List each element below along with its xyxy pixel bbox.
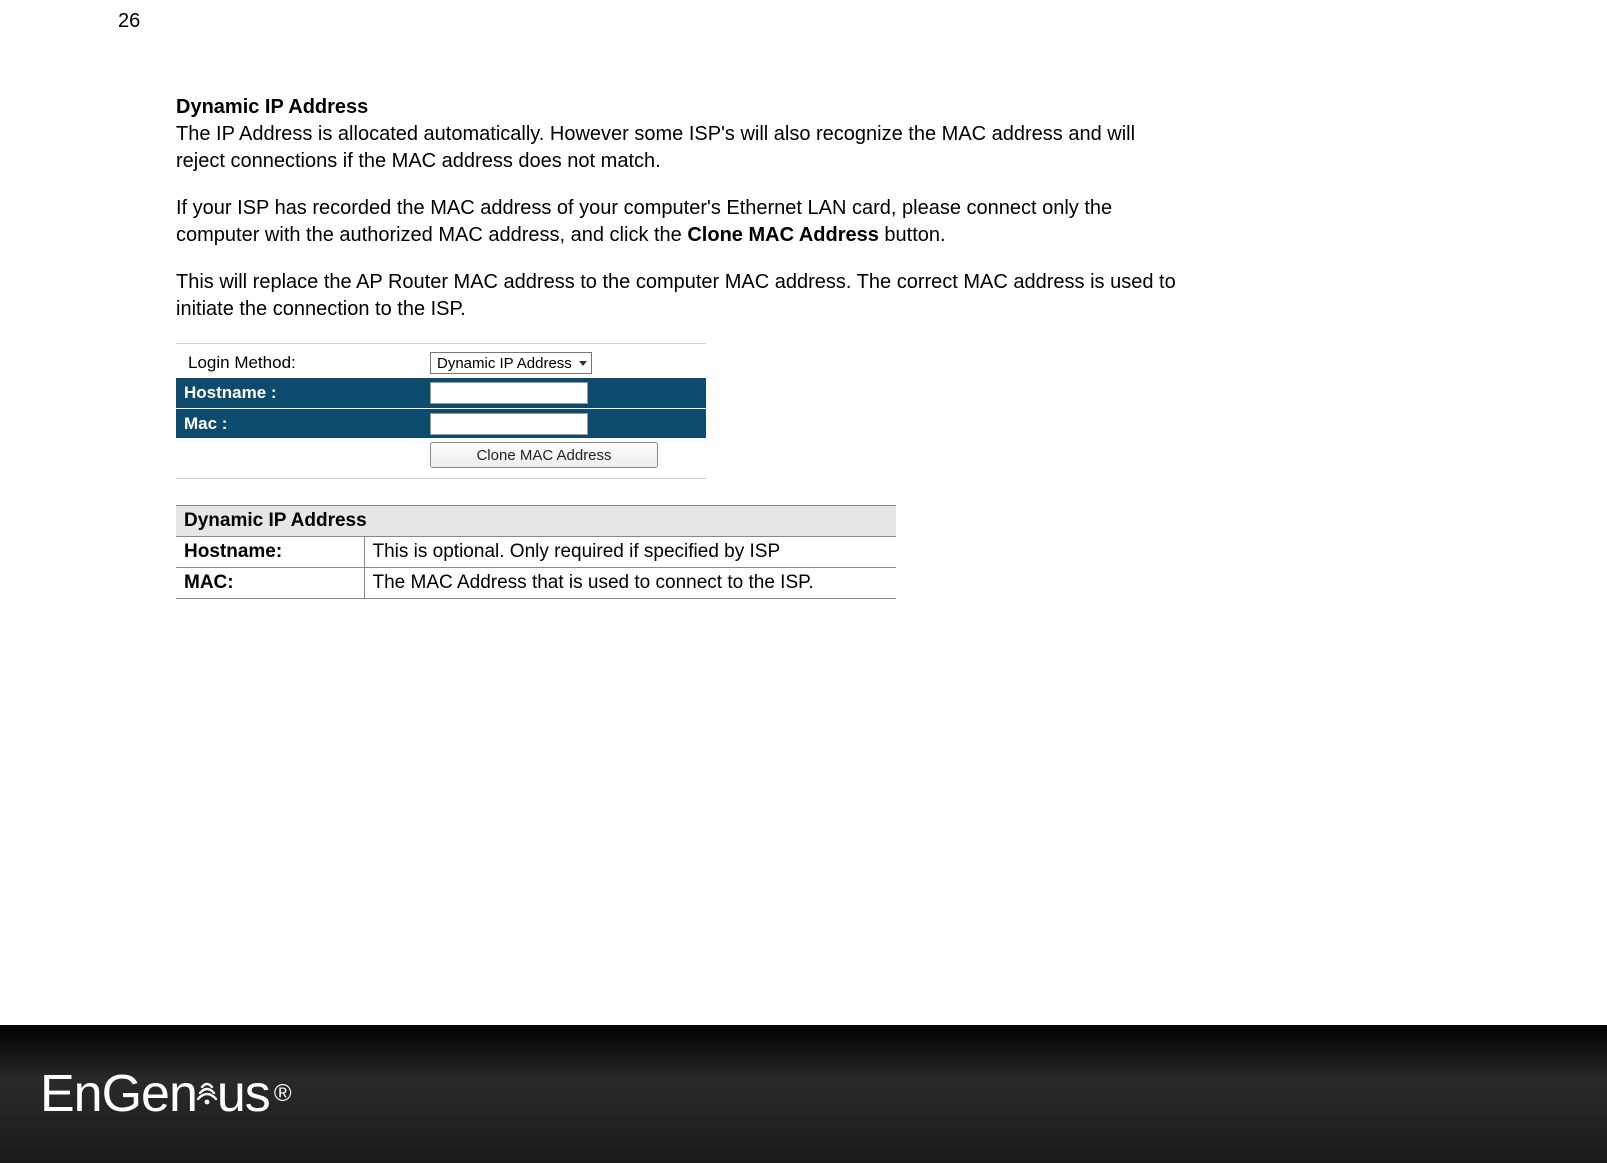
login-method-value: Dynamic IP Address (437, 355, 572, 372)
wifi-wave-icon (194, 1058, 220, 1118)
page-number: 26 (118, 10, 140, 33)
hostname-label: Hostname : (176, 380, 426, 406)
table-val-mac: The MAC Address that is used to connect … (364, 568, 896, 599)
table-row: MAC: The MAC Address that is used to con… (176, 568, 896, 599)
config-form-panel: Login Method: Dynamic IP Address Hostnam… (176, 343, 706, 479)
table-key-mac: MAC: (176, 568, 364, 599)
section-heading: Dynamic IP Address (176, 96, 1176, 119)
mac-row: Mac : (176, 408, 706, 438)
table-header: Dynamic IP Address (176, 506, 896, 537)
login-method-select[interactable]: Dynamic IP Address (430, 352, 592, 374)
paragraph-2b: button. (879, 224, 946, 246)
paragraph-2: If your ISP has recorded the MAC address… (176, 195, 1176, 249)
mac-input[interactable] (430, 413, 588, 435)
engenius-logo: EnGen us ® (40, 1064, 291, 1124)
table-val-hostname: This is optional. Only required if speci… (364, 537, 896, 568)
table-row: Hostname: This is optional. Only require… (176, 537, 896, 568)
hostname-input[interactable] (430, 382, 588, 404)
paragraph-2a: If your ISP has recorded the MAC address… (176, 197, 1112, 246)
registered-mark-icon: ® (274, 1080, 291, 1108)
login-method-label: Login Method: (176, 350, 426, 376)
paragraph-1: The IP Address is allocated automaticall… (176, 121, 1176, 175)
table-key-hostname: Hostname: (176, 537, 364, 568)
login-method-row: Login Method: Dynamic IP Address (176, 348, 706, 378)
chevron-down-icon (579, 361, 587, 366)
brand-text-a: EnGen (40, 1064, 197, 1124)
info-table: Dynamic IP Address Hostname: This is opt… (176, 505, 896, 599)
table-header-row: Dynamic IP Address (176, 506, 896, 537)
main-content: Dynamic IP Address The IP Address is all… (176, 96, 1176, 599)
clone-mac-bold-text: Clone MAC Address (687, 224, 879, 246)
mac-label: Mac : (176, 411, 426, 437)
clone-mac-button[interactable]: Clone MAC Address (430, 442, 658, 468)
paragraph-3: This will replace the AP Router MAC addr… (176, 269, 1176, 323)
hostname-row: Hostname : (176, 378, 706, 408)
footer-bar: EnGen us ® (0, 1025, 1607, 1163)
brand-text-b: us (217, 1064, 270, 1124)
